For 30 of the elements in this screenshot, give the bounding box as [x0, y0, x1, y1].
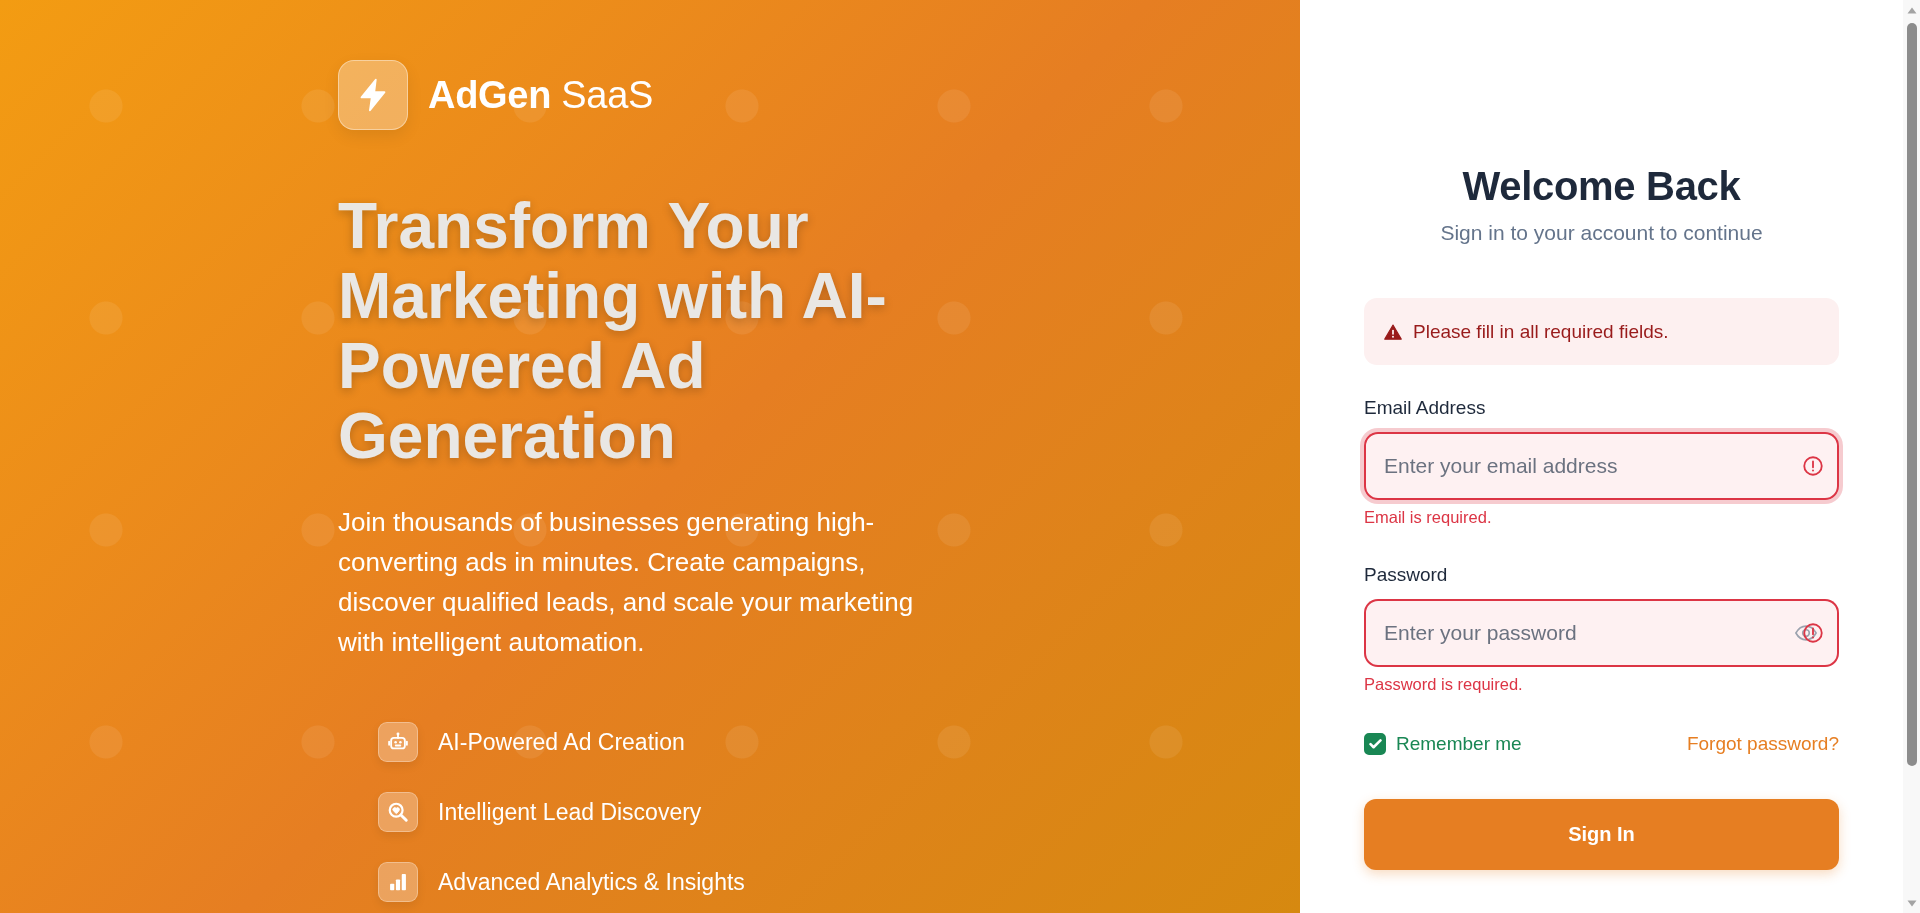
feature-label: Advanced Analytics & Insights: [438, 868, 745, 896]
checkmark-icon: [1368, 739, 1382, 749]
warning-icon: [1384, 323, 1402, 340]
form-subtitle: Sign in to your account to continue: [1439, 220, 1764, 246]
hero-description: Join thousands of businesses generating high-converting ads in minutes. Create campaigns, discover qualified leads, and scale your marketing with intelligent automation.: [338, 506, 915, 659]
lightning-icon: [338, 60, 408, 130]
remember-checkbox[interactable]: [1364, 733, 1386, 755]
brand-name: AdGen SaaS: [428, 73, 654, 118]
bar-chart-icon: [378, 862, 418, 902]
robot-icon: [378, 722, 418, 762]
alert-circle-icon: [1803, 623, 1823, 643]
feature-label: AI-Powered Ad Creation: [438, 728, 685, 756]
scroll-down-icon[interactable]: [1906, 900, 1917, 907]
field-error: Email is required.: [1364, 507, 1493, 527]
scrollbar-thumb[interactable]: [1906, 23, 1917, 766]
eye-icon[interactable]: [1795, 624, 1817, 642]
alert-message: Please fill in all required fields.: [1413, 319, 1669, 344]
field-label: Password: [1364, 563, 1449, 587]
field-label: Email Address: [1364, 396, 1487, 420]
alert-circle-icon: [1803, 456, 1823, 476]
remember-label[interactable]: Remember me: [1396, 732, 1522, 756]
password-field[interactable]: Enter your password: [1364, 599, 1839, 667]
form-title: Welcome Back: [1461, 163, 1742, 210]
forgot-password-link[interactable]: Forgot password?: [1686, 732, 1839, 756]
scroll-up-icon[interactable]: [1906, 7, 1917, 14]
field-error: Password is required.: [1364, 674, 1524, 694]
sign-in-button[interactable]: Sign In: [1364, 799, 1839, 870]
scrollbar[interactable]: [1903, 0, 1920, 913]
hero-headline: Transform Your Marketing with AI-Powered Ad Generation: [338, 191, 888, 471]
feature-label: Intelligent Lead Discovery: [438, 798, 702, 826]
